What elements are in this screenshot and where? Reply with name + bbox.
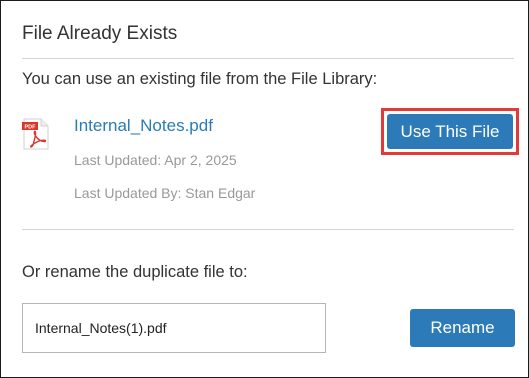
section-divider [22, 229, 514, 230]
last-updated-text: Last Updated: Apr 2, 2025 [74, 152, 237, 168]
rename-button[interactable]: Rename [410, 309, 515, 347]
pdf-badge-text: PDF [25, 124, 37, 130]
dialog-title: File Already Exists [22, 23, 178, 44]
rename-filename-input[interactable] [22, 303, 326, 353]
use-this-file-button[interactable]: Use This File [387, 114, 513, 149]
pdf-file-icon: PDF [22, 118, 49, 150]
title-divider [22, 58, 514, 59]
last-updated-by-text: Last Updated By: Stan Edgar [74, 185, 256, 201]
file-exists-dialog: File Already Exists You can use an exist… [0, 0, 529, 378]
rename-label: Or rename the duplicate file to: [22, 263, 248, 281]
existing-file-link[interactable]: Internal_Notes.pdf [74, 115, 213, 137]
use-file-highlight: Use This File [381, 108, 519, 155]
existing-file-intro: You can use an existing file from the Fi… [22, 70, 378, 88]
